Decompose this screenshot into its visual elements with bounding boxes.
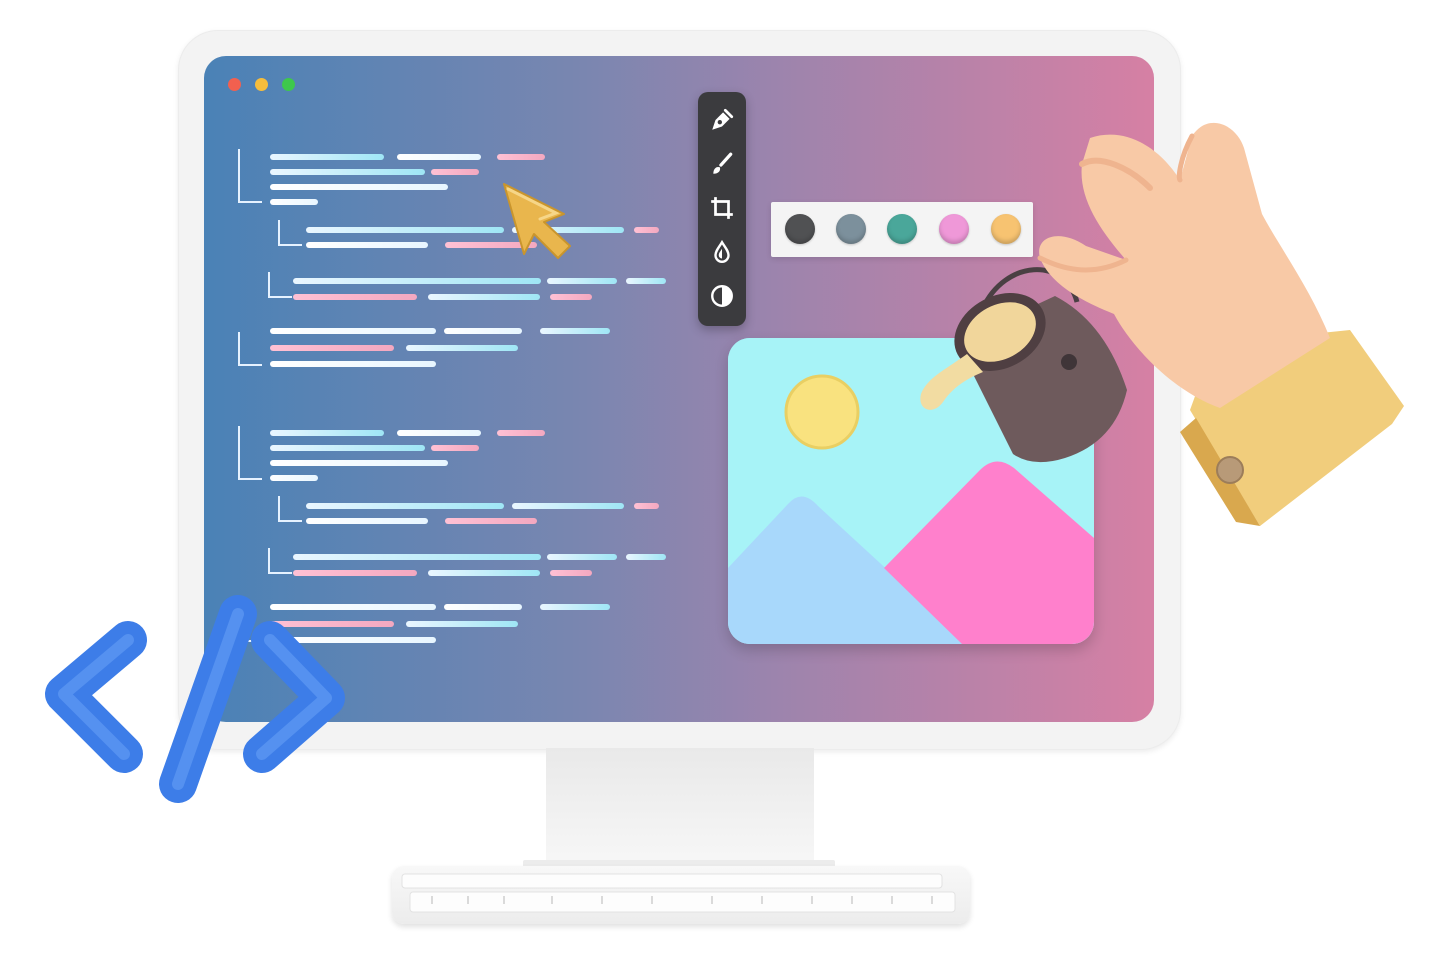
crop-button[interactable]: [698, 188, 746, 228]
color-palette: [771, 202, 1033, 257]
window-close-dot[interactable]: [228, 78, 241, 91]
window-maximize-dot[interactable]: [282, 78, 295, 91]
keyboard-keys: [401, 873, 956, 913]
color-swatch-teal[interactable]: [887, 214, 917, 244]
contrast-button[interactable]: [698, 276, 746, 316]
color-swatch-slate[interactable]: [836, 214, 866, 244]
brush-icon: [713, 152, 733, 174]
cursor-arrow-icon: [503, 183, 571, 259]
contrast-icon: [711, 285, 733, 307]
keyboard: [392, 866, 970, 924]
brush-button[interactable]: [698, 144, 746, 184]
pen-tool-icon: [712, 108, 734, 130]
color-swatch-dark-gray[interactable]: [785, 214, 815, 244]
code-brackets-icon: [45, 595, 345, 803]
drop-icon: [714, 239, 730, 263]
color-swatch-yellow[interactable]: [991, 214, 1021, 244]
pen-tool-button[interactable]: [698, 100, 746, 140]
hand-illustration: [1037, 122, 1404, 526]
monitor-stand: [546, 748, 814, 866]
window-minimize-dot[interactable]: [255, 78, 268, 91]
tool-palette: [698, 92, 746, 326]
color-swatch-pink[interactable]: [939, 214, 969, 244]
crop-icon: [711, 197, 733, 219]
drop-button[interactable]: [698, 232, 746, 272]
